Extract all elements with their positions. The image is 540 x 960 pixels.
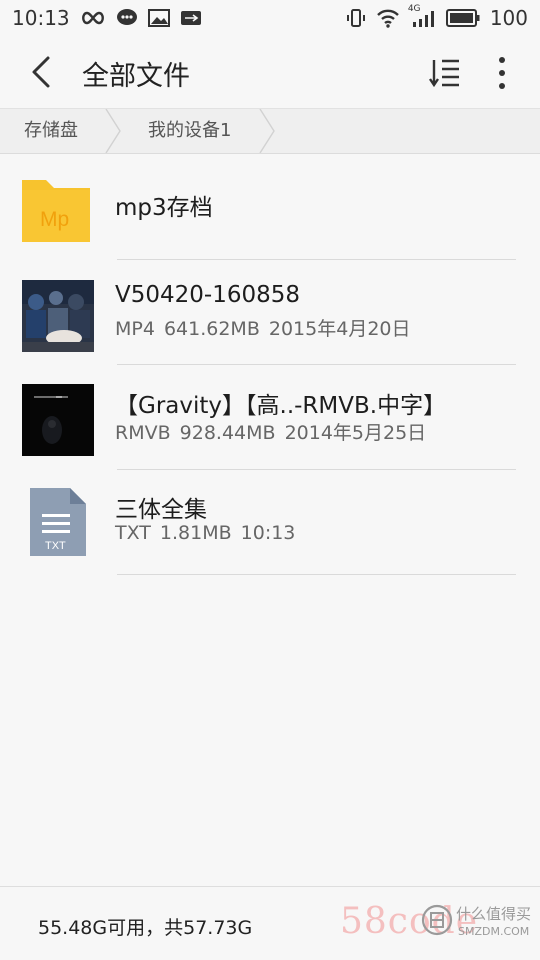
status-time: 10:13 xyxy=(12,6,70,30)
more-button[interactable] xyxy=(492,56,512,90)
chat-icon xyxy=(116,8,138,28)
file-name: mp3存档 xyxy=(115,195,213,221)
file-meta: RMVB 928.44MB 2014年5月25日 xyxy=(115,418,435,445)
watermark-site: SMZDM.COM xyxy=(458,925,530,938)
infinity-icon xyxy=(80,11,106,25)
file-date: 2014年5月25日 xyxy=(284,422,427,444)
back-button[interactable] xyxy=(26,54,60,90)
file-type: RMVB xyxy=(115,422,171,444)
breadcrumb: 存储盘 我的设备1 xyxy=(0,108,540,154)
file-name: 【Gravity】【高..-RMVB.中字】 xyxy=(115,393,447,419)
wifi-icon xyxy=(376,8,400,28)
page-title: 全部文件 xyxy=(82,61,190,92)
breadcrumb-item-device[interactable]: 我的设备1 xyxy=(148,109,231,153)
status-right: 4G 100 xyxy=(346,4,528,30)
file-item-video[interactable]: 【Gravity】【高..-RMVB.中字】 RMVB 928.44MB 2014年… xyxy=(0,364,540,468)
status-bar: 10:13 4G 100 xyxy=(0,0,540,36)
file-date: 10:13 xyxy=(240,522,296,544)
file-meta: TXT 1.81MB 10:13 xyxy=(115,522,304,544)
breadcrumb-chevron-icon xyxy=(105,109,121,153)
folder-icon-label: Mp xyxy=(40,208,69,231)
storage-footer: 55.48G可用，共57.73G 58code 什么值得买 SMZDM.COM xyxy=(0,886,540,960)
battery-level: 100 xyxy=(489,6,528,30)
file-name: 三体全集 xyxy=(115,497,207,523)
usb-icon xyxy=(180,9,202,27)
file-type: MP4 xyxy=(115,318,155,340)
file-size: 1.81MB xyxy=(159,522,232,544)
breadcrumb-chevron-icon xyxy=(259,109,275,153)
storage-info: 55.48G可用，共57.73G xyxy=(38,917,253,939)
watermark-logo-icon xyxy=(421,904,453,936)
image-icon xyxy=(147,9,170,27)
txt-icon-label: TXT xyxy=(45,540,66,552)
breadcrumb-item-storage[interactable]: 存储盘 xyxy=(24,109,78,153)
vibrate-icon xyxy=(346,8,366,28)
sort-icon xyxy=(429,59,459,88)
file-name: V50420-160858 xyxy=(115,282,300,308)
divider xyxy=(117,574,516,575)
file-date: 2015年4月20日 xyxy=(268,318,411,340)
file-meta: MP4 641.62MB 2015年4月20日 xyxy=(115,314,420,341)
file-item-video[interactable]: V50420-160858 MP4 641.62MB 2015年4月20日 xyxy=(0,260,540,364)
video-thumbnail xyxy=(22,280,94,352)
title-bar: 全部文件 xyxy=(0,36,540,108)
file-size: 641.62MB xyxy=(163,318,260,340)
signal-icon: 4G xyxy=(408,4,436,28)
watermark-slogan: 什么值得买 xyxy=(456,905,532,923)
sort-button[interactable] xyxy=(428,58,462,88)
video-thumbnail xyxy=(22,384,94,456)
folder-icon: Mp xyxy=(22,180,90,242)
battery-icon xyxy=(445,9,480,27)
more-vertical-icon xyxy=(499,57,505,89)
file-item-text[interactable]: TXT 三体全集 TXT 1.81MB 10:13 xyxy=(0,468,540,572)
network-type-label: 4G xyxy=(407,4,421,14)
back-arrow-icon xyxy=(32,56,50,88)
txt-file-icon: TXT xyxy=(30,488,86,556)
file-size: 928.44MB xyxy=(179,422,276,444)
status-left: 10:13 xyxy=(12,6,202,30)
file-item-folder[interactable]: Mp mp3存档 xyxy=(0,156,540,260)
file-type: TXT xyxy=(115,522,151,544)
